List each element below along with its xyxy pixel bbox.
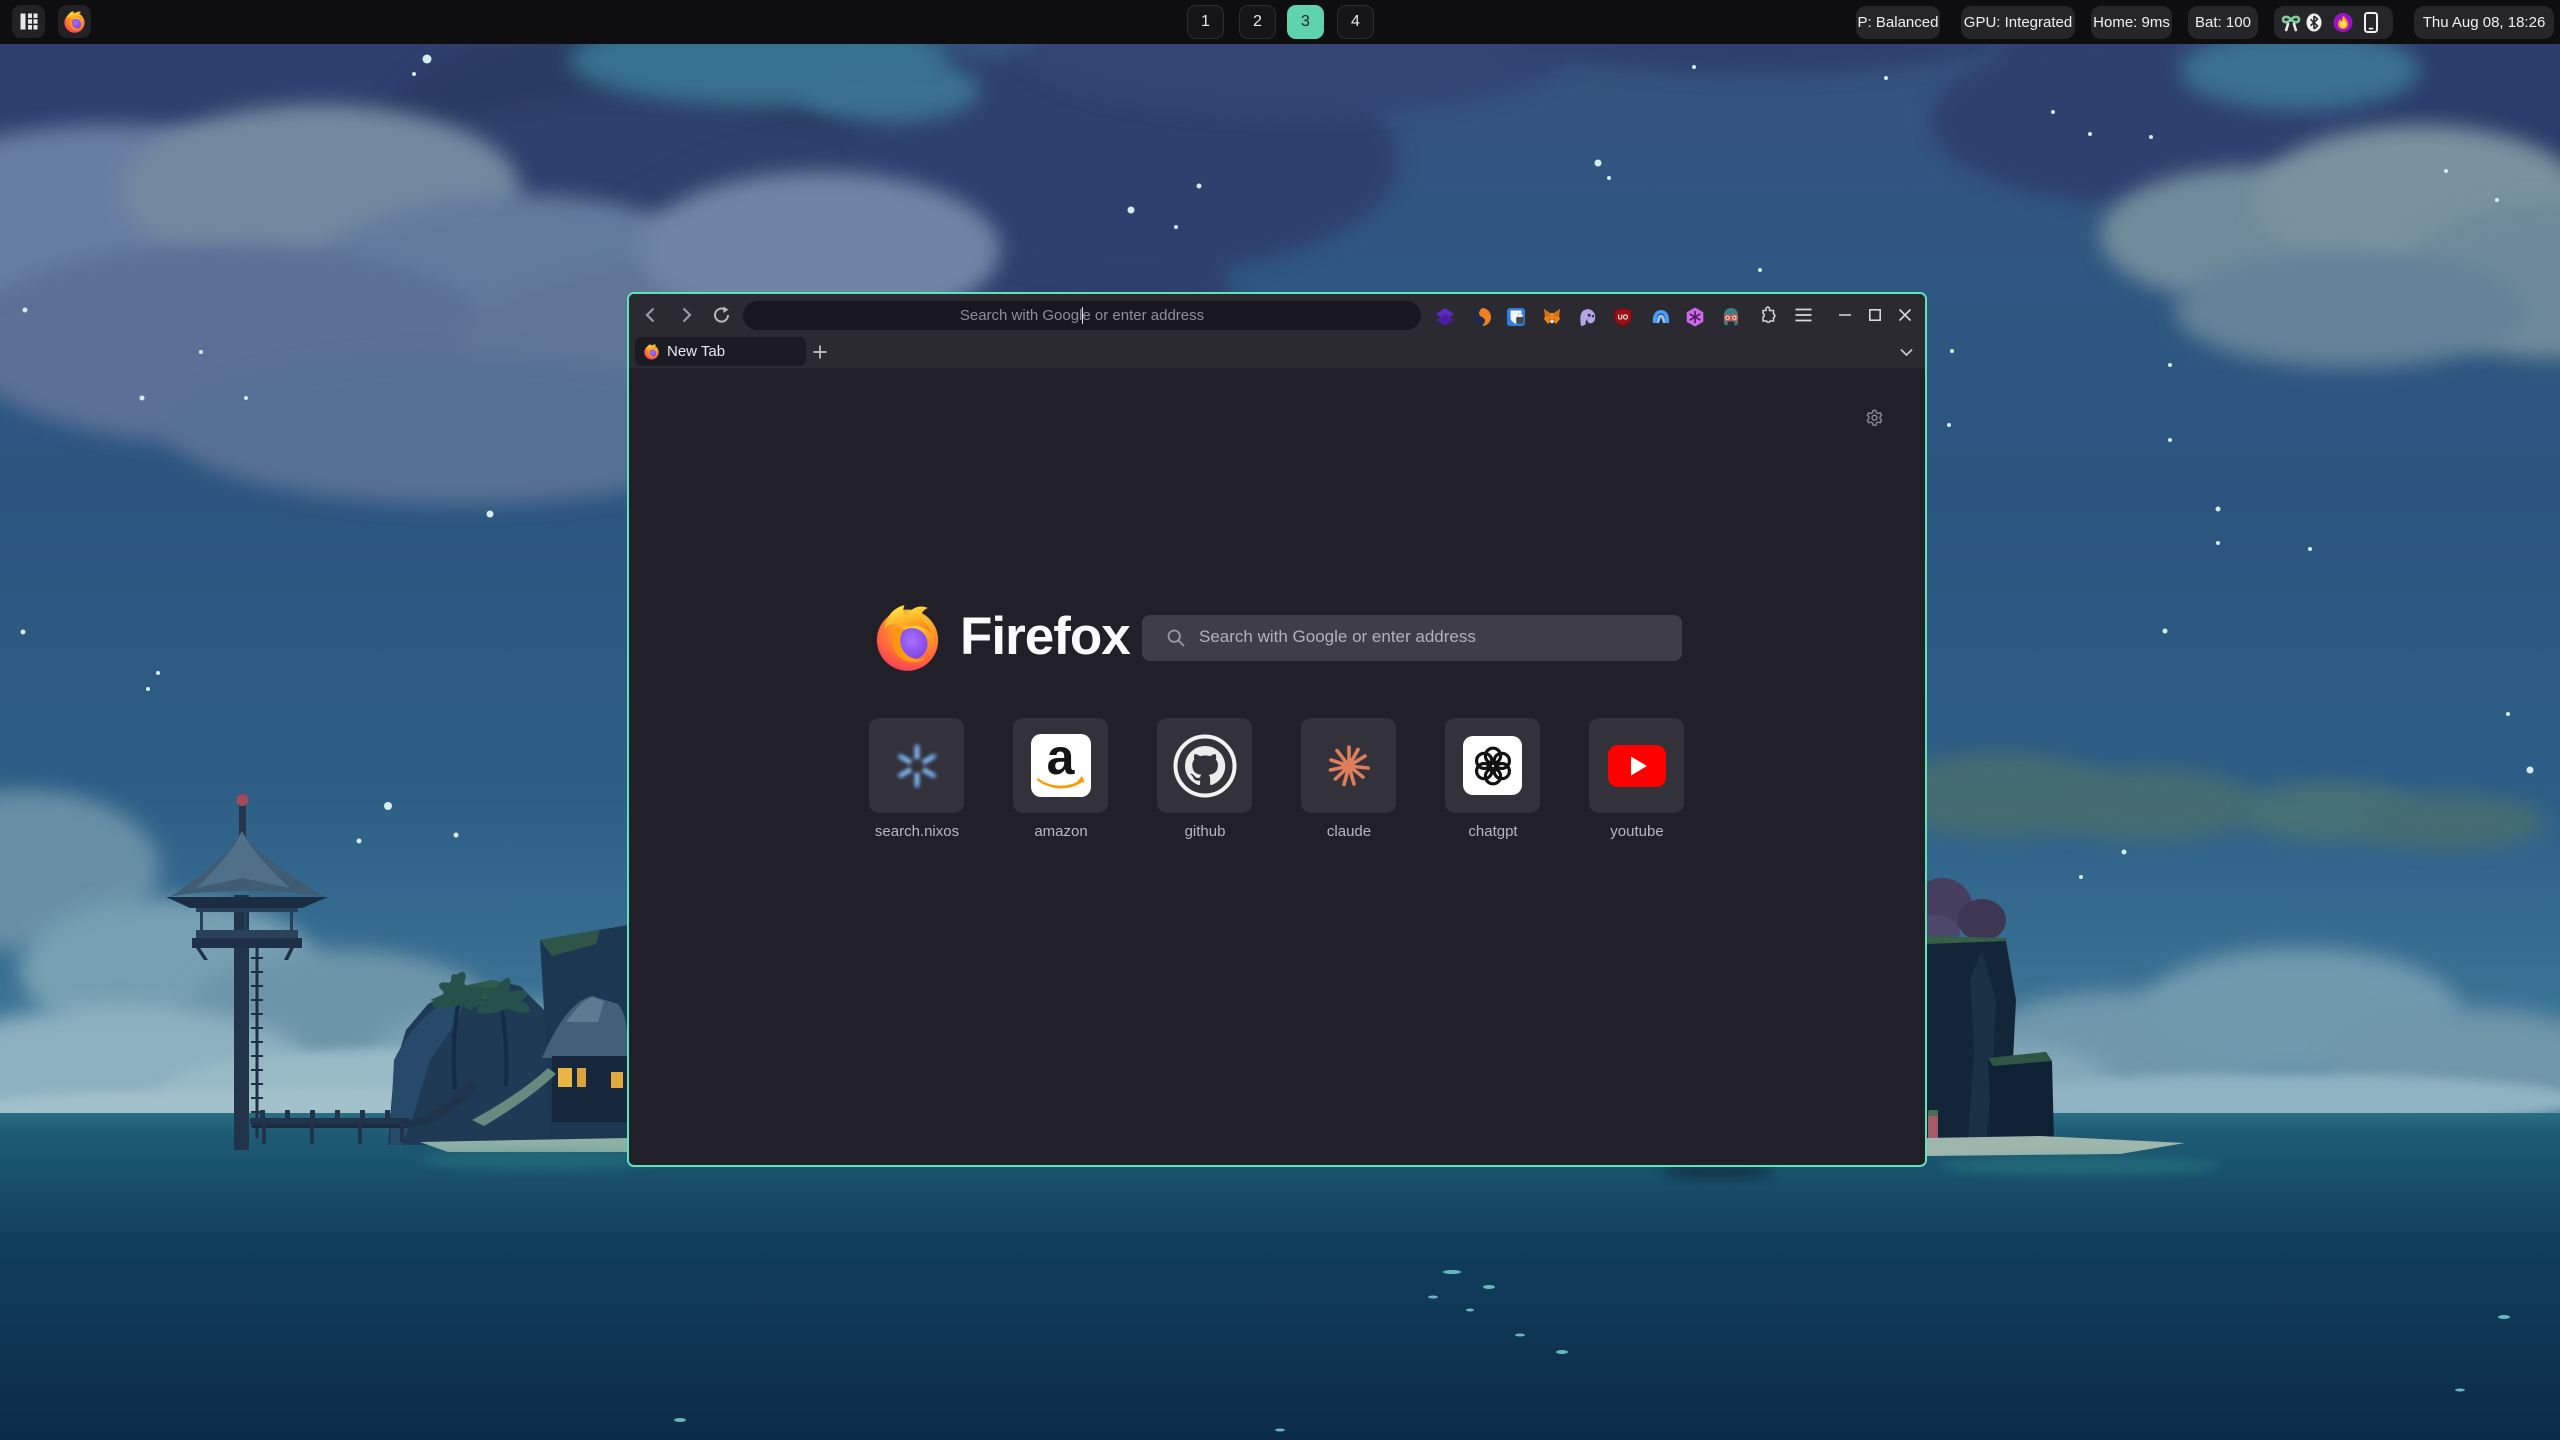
svg-text:UO: UO — [1618, 315, 1629, 322]
